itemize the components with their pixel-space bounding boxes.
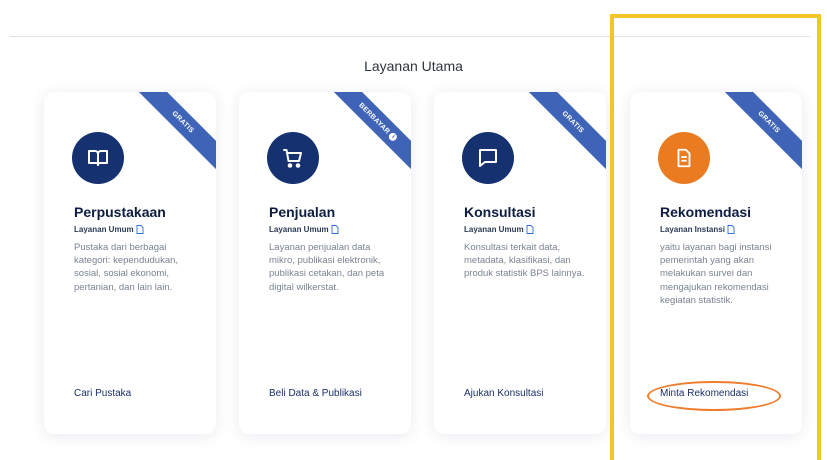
- ribbon: BERBAYAR i: [311, 92, 411, 192]
- ribbon-label: BERBAYAR: [357, 101, 392, 136]
- card-subtitle: Layanan Umum: [74, 225, 144, 234]
- service-card-penjualan: BERBAYAR i Penjualan Layanan Umum Layana…: [239, 92, 411, 434]
- card-subtitle-label: Layanan Umum: [74, 225, 134, 234]
- info-icon[interactable]: i: [387, 131, 399, 143]
- card-subtitle: Layanan Umum: [464, 225, 534, 234]
- card-title: Penjualan: [269, 204, 336, 220]
- card-subtitle-label: Layanan Umum: [464, 225, 524, 234]
- document-small-icon: [331, 225, 339, 234]
- ribbon-label: GRATIS: [560, 109, 586, 135]
- oval-annotation: [647, 381, 781, 411]
- cart-icon: [267, 132, 319, 184]
- ribbon-label: GRATIS: [170, 109, 196, 135]
- card-subtitle-label: Layanan Umum: [269, 225, 329, 234]
- card-description: Layanan penjualan data mikro, publikasi …: [269, 242, 385, 293]
- card-subtitle: Layanan Umum: [269, 225, 339, 234]
- ribbon: GRATIS: [506, 92, 606, 192]
- card-title: Perpustakaan: [74, 204, 166, 220]
- ribbon: GRATIS: [116, 92, 216, 192]
- service-card-perpustakaan: GRATIS Perpustakaan Layanan Umum Pustaka…: [44, 92, 216, 434]
- card-title: Konsultasi: [464, 204, 536, 220]
- card-description: Konsultasi terkait data, metadata, klasi…: [464, 242, 585, 280]
- document-small-icon: [136, 225, 144, 234]
- book-icon: [72, 132, 124, 184]
- document-small-icon: [526, 225, 534, 234]
- ajukan-konsultasi-link[interactable]: Ajukan Konsultasi: [464, 388, 544, 399]
- chat-icon: [462, 132, 514, 184]
- service-card-konsultasi: GRATIS Konsultasi Layanan Umum Konsultas…: [434, 92, 606, 434]
- beli-data-link[interactable]: Beli Data & Publikasi: [269, 388, 362, 399]
- card-description: Pustaka dari berbagai kategori: kependud…: [74, 242, 179, 293]
- cari-pustaka-link[interactable]: Cari Pustaka: [74, 388, 131, 399]
